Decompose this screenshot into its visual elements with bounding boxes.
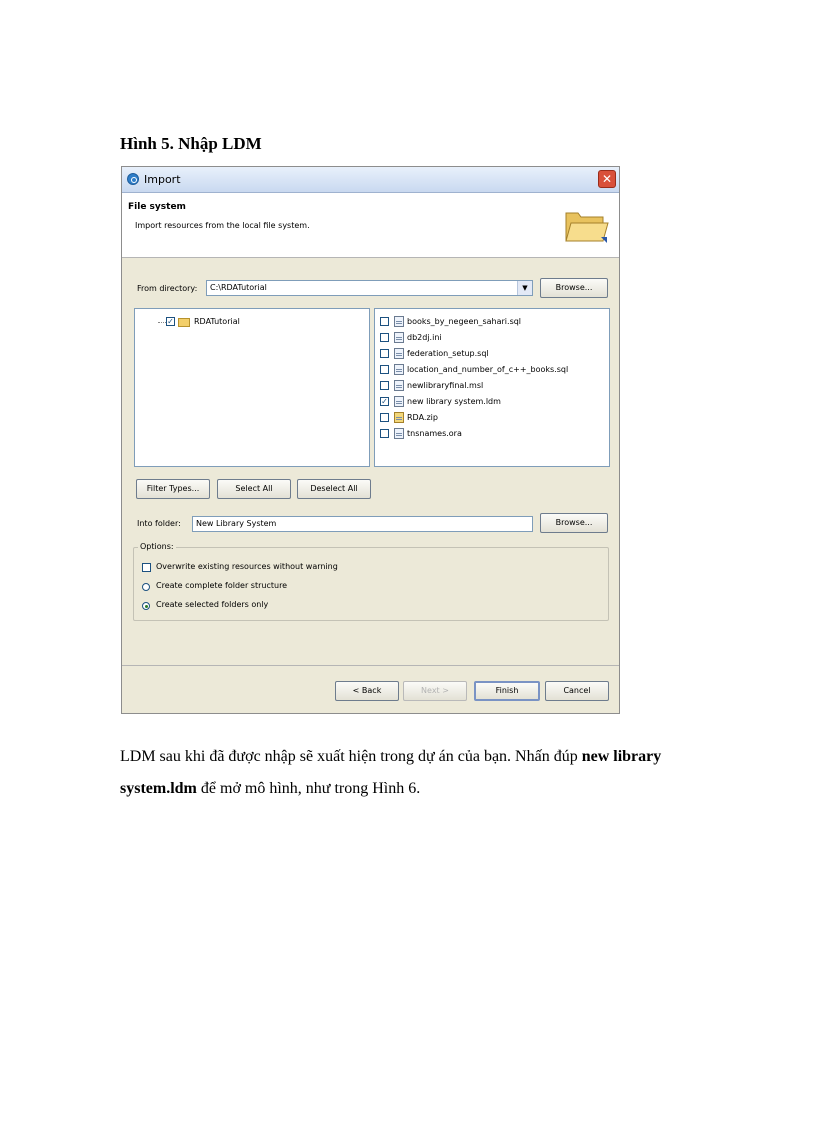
sql-file-icon	[394, 348, 404, 359]
file-checkbox[interactable]: ✓	[380, 397, 389, 406]
options-group: Options: Overwrite existing resources wi…	[133, 542, 609, 621]
tree-root-checkbox[interactable]: ✓	[166, 317, 175, 326]
finish-button[interactable]: Finish	[474, 681, 540, 701]
sql-file-icon	[394, 364, 404, 375]
ldm-file-icon	[394, 396, 404, 407]
from-directory-value: C:\RDATutorial	[210, 283, 267, 292]
msl-file-icon	[394, 380, 404, 391]
dialog-title: Import	[144, 173, 181, 186]
paragraph-text-1: LDM sau khi đã được nhập sẽ xuất hiện tr…	[120, 748, 582, 765]
figure-caption: Hình 5. Nhập LDM	[120, 134, 262, 153]
sql-file-icon	[394, 316, 404, 327]
file-checkbox[interactable]	[380, 349, 389, 358]
zip-file-icon	[394, 412, 404, 423]
close-icon[interactable]: ✕	[598, 170, 616, 188]
browse-folder-button[interactable]: Browse...	[540, 513, 608, 533]
into-folder-value: New Library System	[196, 519, 277, 528]
file-name: books_by_negeen_sahari.sql	[407, 317, 522, 326]
file-name: location_and_number_of_c++_books.sql	[407, 365, 569, 374]
banner-description: Import resources from the local file sys…	[135, 221, 310, 230]
from-directory-label: From directory:	[137, 284, 198, 293]
footer-divider	[122, 665, 619, 666]
create-selected-radio[interactable]	[142, 602, 150, 610]
file-name: newlibraryfinal.msl	[407, 381, 484, 390]
banner-heading: File system	[128, 202, 186, 212]
file-checkbox[interactable]	[380, 429, 389, 438]
file-name: db2dj.ini	[407, 333, 442, 342]
into-folder-label: Into folder:	[137, 519, 181, 528]
file-checkbox[interactable]	[380, 413, 389, 422]
wizard-banner: File system Import resources from the lo…	[122, 193, 619, 258]
create-complete-radio[interactable]	[142, 583, 150, 591]
folder-icon	[178, 318, 190, 327]
file-list[interactable]: books_by_negeen_sahari.sql db2dj.ini fed…	[374, 308, 610, 467]
from-directory-combo[interactable]: C:\RDATutorial ▼	[206, 280, 533, 296]
tree-connector	[158, 322, 166, 324]
file-checkbox[interactable]	[380, 333, 389, 342]
into-folder-input[interactable]: New Library System	[192, 516, 533, 532]
options-legend: Options:	[138, 542, 176, 551]
deselect-all-button[interactable]: Deselect All	[297, 479, 371, 499]
ini-file-icon	[394, 332, 404, 343]
file-name: tnsnames.ora	[407, 429, 462, 438]
paragraph-text-2: để mở mô hình, như trong Hình 6.	[196, 780, 421, 797]
tree-root-label: RDATutorial	[194, 317, 240, 326]
create-selected-label: Create selected folders only	[156, 600, 269, 609]
file-checkbox[interactable]	[380, 365, 389, 374]
overwrite-label: Overwrite existing resources without war…	[156, 562, 338, 571]
text-file-icon	[394, 428, 404, 439]
file-checkbox[interactable]	[380, 381, 389, 390]
folder-open-icon	[565, 212, 609, 243]
file-name: federation_setup.sql	[407, 349, 489, 358]
chevron-down-icon[interactable]: ▼	[517, 281, 532, 295]
back-button[interactable]: < Back	[335, 681, 399, 701]
file-name: new library system.ldm	[407, 397, 501, 406]
browse-directory-button[interactable]: Browse...	[540, 278, 608, 298]
select-all-button[interactable]: Select All	[217, 479, 291, 499]
body-paragraph: LDM sau khi đã được nhập sẽ xuất hiện tr…	[120, 741, 700, 805]
next-button[interactable]: Next >	[403, 681, 467, 701]
cancel-button[interactable]: Cancel	[545, 681, 609, 701]
file-checkbox[interactable]	[380, 317, 389, 326]
eclipse-icon	[127, 173, 139, 185]
folder-tree[interactable]: ✓ RDATutorial	[134, 308, 370, 467]
file-name: RDA.zip	[407, 413, 438, 422]
overwrite-checkbox[interactable]	[142, 563, 151, 572]
title-bar: Import ✕	[122, 167, 619, 193]
import-dialog: Import ✕ File system Import resources fr…	[121, 166, 620, 714]
create-complete-label: Create complete folder structure	[156, 581, 288, 590]
filter-types-button[interactable]: Filter Types...	[136, 479, 210, 499]
